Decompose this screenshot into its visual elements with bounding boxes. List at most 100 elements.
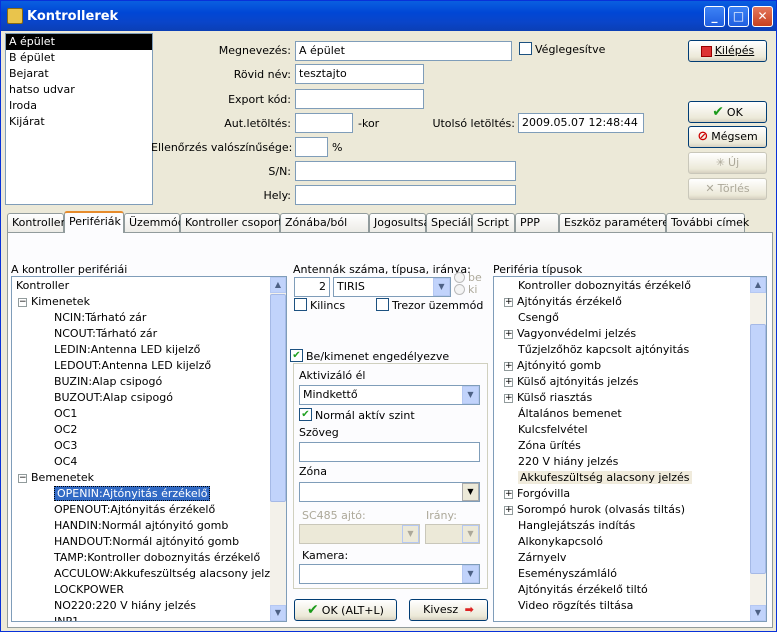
maximize-button[interactable]: □	[728, 6, 749, 27]
final-checkbox[interactable]	[519, 42, 532, 55]
type-item[interactable]: Hanglejátszás indítás	[504, 518, 692, 534]
tab-2[interactable]: Üzemmód	[124, 213, 185, 232]
tab-5[interactable]: Jogosultságok	[369, 213, 450, 232]
type-item[interactable]: Kontroller doboznyitás érzékelő	[504, 278, 692, 294]
new-button[interactable]: ✳ Új	[688, 152, 767, 174]
peripheral-tree[interactable]: Kontroller − Kimenetek NCIN:Tárható zár NCOU…	[11, 276, 287, 622]
type-item[interactable]: Zóna ürítés	[504, 438, 692, 454]
type-item[interactable]: + Külső riasztás	[504, 390, 692, 406]
kilincs-checkbox[interactable]	[294, 298, 307, 311]
type-item[interactable]: Tűzjelzőhöz kapcsolt ajtónyitás	[504, 342, 692, 358]
expand-icon[interactable]: +	[504, 377, 513, 387]
collapse-icon[interactable]: −	[18, 473, 27, 483]
type-item[interactable]: + Vagyonvédelmi jelzés	[504, 326, 692, 342]
exit-button[interactable]: Kilépés	[688, 40, 767, 62]
text-field[interactable]	[299, 442, 480, 462]
tree-item[interactable]: NCOUT:Tárható zár	[16, 326, 283, 342]
direction-in-radio[interactable]	[454, 272, 465, 283]
delete-button[interactable]: ✕ Törlés	[688, 178, 767, 200]
enable-checkbox[interactable]: ✔	[290, 349, 303, 362]
building-list-item[interactable]: hatso udvar	[6, 82, 152, 98]
tresor-checkbox[interactable]	[376, 298, 389, 311]
scroll-down-icon[interactable]: ▼	[270, 605, 286, 621]
tab-9[interactable]: Eszköz paraméterek	[559, 213, 675, 232]
export-code-field[interactable]	[295, 89, 424, 109]
type-item[interactable]: + Ajtónyitás érzékelő	[504, 294, 692, 310]
serial-field[interactable]	[295, 161, 516, 181]
close-button[interactable]: ✕	[752, 6, 773, 27]
tab-10[interactable]: További címek	[666, 213, 749, 232]
type-item[interactable]: Ajtónyitás érzékelő tiltó	[504, 582, 692, 598]
active-edge-select[interactable]: Mindkettő ▼	[299, 385, 480, 405]
tree-item[interactable]: BUZIN:Alap csipogó	[16, 374, 283, 390]
collapse-icon[interactable]: −	[18, 297, 27, 307]
remove-button[interactable]: Kivesz ➡	[409, 599, 488, 621]
right-scrollbar[interactable]: ▲ ▼	[750, 277, 766, 621]
type-item[interactable]: Zárnyelv	[504, 550, 692, 566]
type-item[interactable]: Kulcsfelvétel	[504, 422, 692, 438]
building-list-item[interactable]: A épület	[6, 34, 152, 50]
building-list[interactable]: A épület B épület Bejarat hatso udvar Iroda K…	[5, 33, 153, 205]
scroll-thumb[interactable]	[270, 294, 286, 502]
name-field[interactable]: A épület	[295, 41, 512, 61]
last-download-field[interactable]: 2009.05.07 12:48:44	[518, 113, 644, 133]
antenna-type-select[interactable]: TIRIS ▼	[333, 277, 451, 297]
scroll-up-icon[interactable]: ▲	[750, 277, 766, 293]
tree-item[interactable]: HANDIN:Normál ajtónyitó gomb	[16, 518, 283, 534]
scroll-down-icon[interactable]: ▼	[750, 605, 766, 621]
antenna-count-field[interactable]: 2	[294, 277, 330, 297]
expand-icon[interactable]: +	[504, 505, 513, 515]
place-field[interactable]	[295, 185, 516, 205]
type-item[interactable]: 220 V hiány jelzés	[504, 454, 692, 470]
tab-8[interactable]: PPP	[515, 213, 559, 232]
type-item[interactable]: Általános bemenet	[504, 406, 692, 422]
tree-item[interactable]: BUZOUT:Alap csipogó	[16, 390, 283, 406]
tab-4[interactable]: Zónába/ból	[280, 213, 369, 232]
tab-0[interactable]: Kontroller	[7, 213, 65, 232]
building-list-item[interactable]: B épület	[6, 50, 152, 66]
tree-item[interactable]: NCIN:Tárható zár	[16, 310, 283, 326]
cancel-button[interactable]: ⊘ Mégsem	[688, 126, 767, 148]
tree-item[interactable]: LEDOUT:Antenna LED kijelző	[16, 358, 283, 374]
type-item[interactable]: Eseményszámláló	[504, 566, 692, 582]
peripheral-types-tree[interactable]: Kontroller doboznyitás érzékelő + Ajtónyit…	[493, 276, 767, 622]
type-item[interactable]: + Külső ajtónyitás jelzés	[504, 374, 692, 390]
zone-select[interactable]: ▼	[299, 482, 480, 502]
type-item[interactable]: Alkonykapcsoló	[504, 534, 692, 550]
left-scrollbar[interactable]: ▲ ▼	[270, 277, 286, 621]
expand-icon[interactable]: +	[504, 489, 513, 499]
auto-download-field[interactable]	[295, 113, 353, 133]
type-item[interactable]: Csengő	[504, 310, 692, 326]
tree-item[interactable]: OC1	[16, 406, 283, 422]
type-item[interactable]: + Sorompó hurok (olvasás tiltás)	[504, 502, 692, 518]
expand-icon[interactable]: +	[504, 361, 513, 371]
expand-icon[interactable]: +	[504, 297, 513, 307]
tree-item[interactable]: OPENOUT:Ajtónyitás érzékelő	[16, 502, 283, 518]
building-list-item[interactable]: Bejarat	[6, 66, 152, 82]
type-item[interactable]: Video rögzítés tiltása	[504, 598, 692, 614]
tab-3[interactable]: Kontroller csoport	[180, 213, 283, 232]
direction-out-radio[interactable]	[454, 284, 465, 295]
ok-alt-l-button[interactable]: ✔ OK (ALT+L)	[294, 599, 397, 621]
minimize-button[interactable]: _	[704, 6, 725, 27]
tree-item[interactable]: OC2	[16, 422, 283, 438]
tree-group[interactable]: − Bemenetek	[16, 470, 283, 486]
check-probability-field[interactable]	[295, 137, 328, 157]
tab-1[interactable]: Perifériák	[64, 211, 124, 233]
short-name-field[interactable]: tesztajto	[295, 64, 424, 84]
tree-item[interactable]: OC3	[16, 438, 283, 454]
sc485-select[interactable]: ▼	[299, 524, 420, 544]
ok-button[interactable]: ✔ OK	[688, 101, 767, 123]
tab-6[interactable]: Speciális	[426, 213, 479, 232]
tree-item[interactable]: TAMP:Kontroller doboznyitás érzékelő	[16, 550, 283, 566]
building-list-item[interactable]: Kijárat	[6, 114, 152, 130]
direction-select[interactable]: ▼	[425, 524, 480, 544]
tree-item[interactable]: LEDIN:Antenna LED kijelző	[16, 342, 283, 358]
tab-7[interactable]: Script	[472, 213, 515, 232]
expand-icon[interactable]: +	[504, 393, 513, 403]
type-item[interactable]: + Forgóvilla	[504, 486, 692, 502]
type-item[interactable]: + Ajtónyitó gomb	[504, 358, 692, 374]
normal-active-checkbox[interactable]: ✔	[299, 408, 312, 421]
tree-item[interactable]: INP1	[16, 614, 283, 621]
type-item[interactable]: Akkufeszültség alacsony jelzés	[504, 470, 692, 486]
